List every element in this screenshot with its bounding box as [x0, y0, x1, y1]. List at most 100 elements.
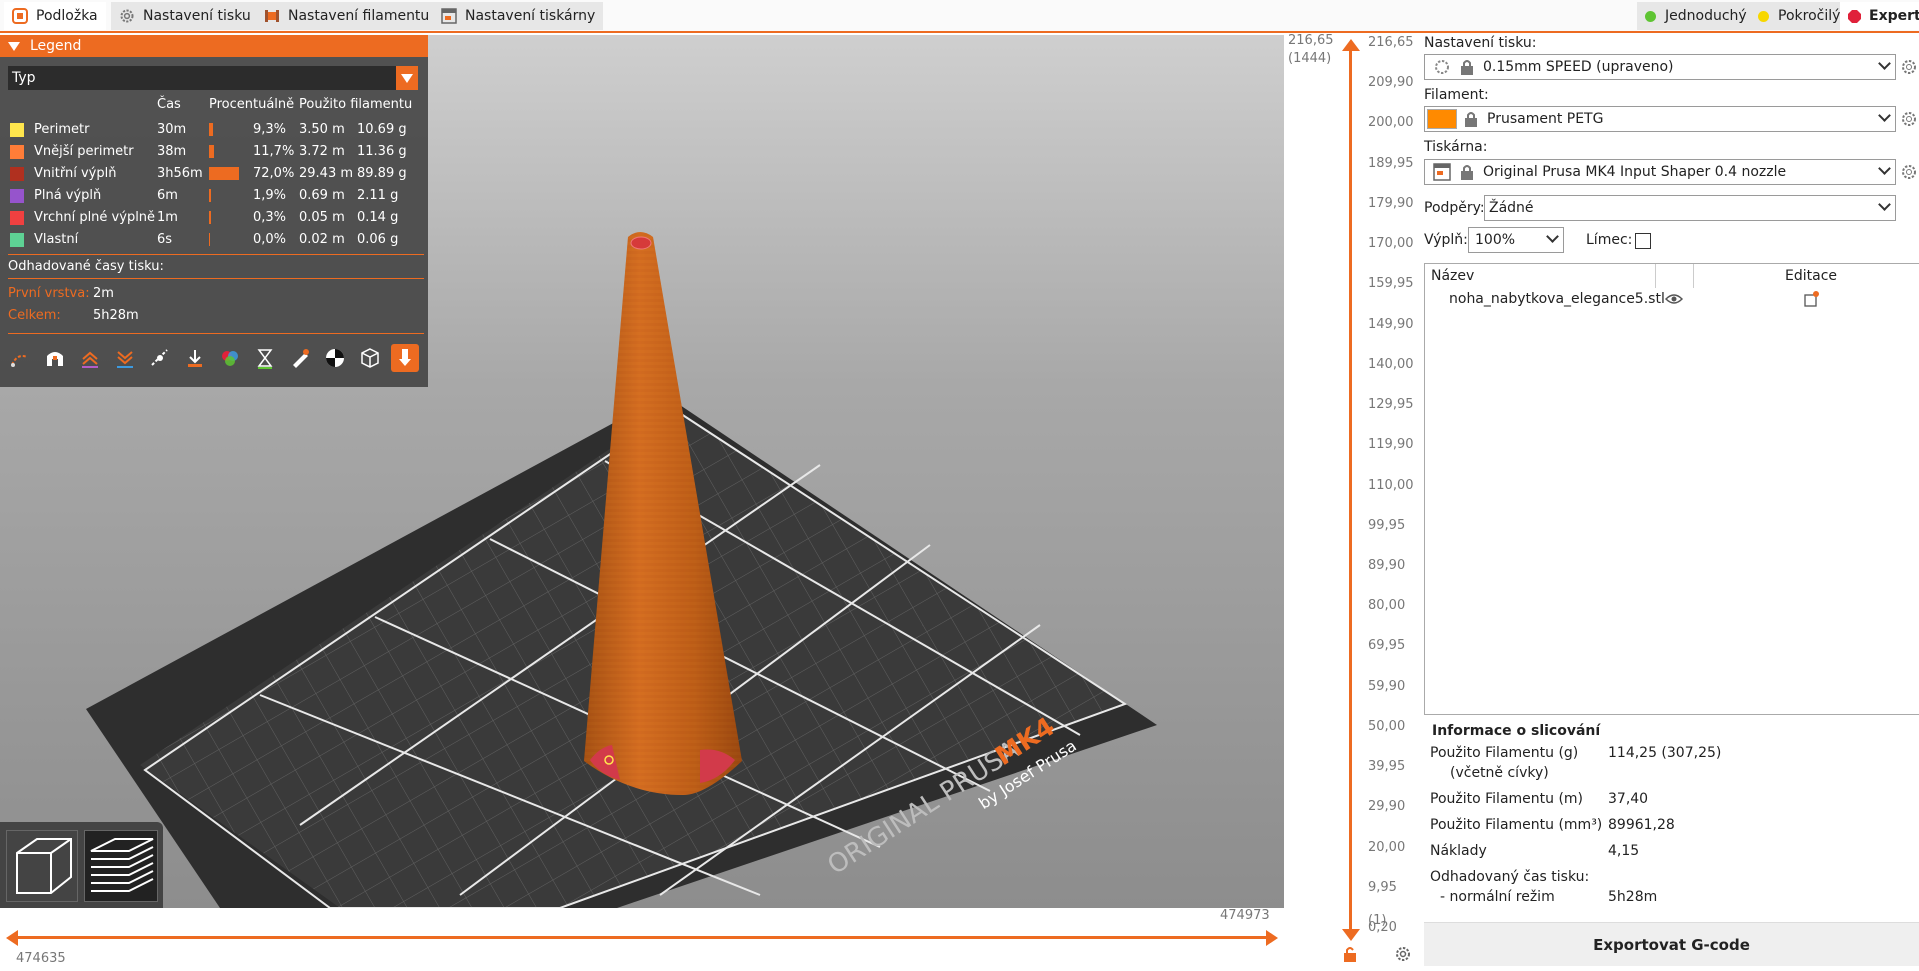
- mode-simple-button[interactable]: Jednoduchý: [1637, 2, 1755, 30]
- cog-icon[interactable]: [1394, 945, 1412, 963]
- tab-plater[interactable]: Podložka: [4, 2, 106, 30]
- info-value: 114,25 (307,25): [1608, 745, 1722, 761]
- col-edit-header: Editace: [1785, 268, 1838, 284]
- cube-icon: [16, 838, 72, 894]
- supports-value: Žádné: [1489, 200, 1534, 216]
- vslider-track[interactable]: [1349, 45, 1352, 933]
- lock-icon[interactable]: [1342, 945, 1358, 963]
- info-label: Použito Filamentu (m): [1430, 791, 1584, 807]
- retractions-icon[interactable]: [76, 344, 104, 372]
- vslider-tick-label: 9,95: [1368, 879, 1397, 895]
- travel-icon[interactable]: [6, 344, 34, 372]
- collapse-triangle-icon: [8, 41, 20, 51]
- vslider-bottom-thumb[interactable]: [1342, 929, 1360, 941]
- mode-advanced-button[interactable]: Pokročilý: [1750, 2, 1849, 30]
- info-label: Odhadovaný čas tisku:: [1430, 869, 1590, 885]
- vslider-top-layer: (1444): [1288, 51, 1332, 66]
- info-value: 5h28m: [1608, 889, 1658, 905]
- legend-header[interactable]: Legend: [0, 35, 428, 57]
- brim-checkbox[interactable]: [1635, 233, 1651, 249]
- tab-label: Nastavení tisku: [143, 8, 251, 24]
- feature-weight: 0.06 g: [357, 232, 399, 247]
- hslider-lower-label: 474635: [16, 951, 66, 966]
- print-preset-combo[interactable]: 0.15mm SPEED (upraveno): [1424, 54, 1896, 80]
- printer-preset-combo[interactable]: Original Prusa MK4 Input Shaper 0.4 nozz…: [1424, 159, 1896, 185]
- vslider-tick-label: 189,95: [1368, 155, 1414, 171]
- info-value: 89961,28: [1608, 817, 1675, 833]
- printer-icon: [441, 8, 457, 24]
- hslider-right-thumb[interactable]: [1266, 930, 1278, 946]
- mode-expert-button[interactable]: Expert: [1840, 2, 1919, 30]
- feature-time: 38m: [157, 144, 187, 159]
- info-label: - normální režim: [1440, 889, 1555, 905]
- vslider-top-thumb[interactable]: [1342, 39, 1360, 51]
- shells-icon[interactable]: [356, 344, 384, 372]
- filament-spool-icon: [264, 8, 280, 24]
- print-settings-cog-icon[interactable]: [1900, 58, 1918, 76]
- legend-divider: [8, 254, 424, 255]
- seams-icon[interactable]: [146, 344, 174, 372]
- legend-divider: [8, 278, 424, 279]
- legend-panel: Legend Typ Čas Procentuálně Použito fila…: [0, 35, 428, 387]
- tool-marker-icon[interactable]: [391, 344, 419, 372]
- feature-weight: 2.11 g: [357, 188, 399, 203]
- export-label: Exportovat G-code: [1593, 935, 1750, 954]
- filament-color-swatch[interactable]: [1427, 109, 1457, 129]
- infill-select[interactable]: 100%: [1468, 227, 1564, 253]
- pause-prints-icon[interactable]: [251, 344, 279, 372]
- header-divider: [1655, 264, 1656, 288]
- info-sublabel: (včetně cívky): [1450, 765, 1549, 781]
- filament-settings-cog-icon[interactable]: [1900, 110, 1918, 128]
- plater-icon: [12, 8, 28, 24]
- hslider-track[interactable]: [12, 936, 1274, 939]
- preview-button[interactable]: [84, 830, 158, 902]
- tab-label: Podložka: [36, 8, 98, 24]
- tab-print-settings[interactable]: Nastavení tisku: [111, 2, 259, 30]
- horizontal-slider[interactable]: 474973 474635: [0, 908, 1284, 971]
- wipe-icon[interactable]: [41, 344, 69, 372]
- feature-percent: 0,0%: [253, 232, 287, 247]
- tab-printer-settings[interactable]: Nastavení tiskárny: [433, 2, 604, 30]
- feature-time: 30m: [157, 122, 187, 137]
- printer-settings-cog-icon[interactable]: [1900, 163, 1918, 181]
- export-gcode-button[interactable]: Exportovat G-code: [1424, 922, 1919, 966]
- vslider-tick-label: 59,90: [1368, 678, 1406, 694]
- chevron-down-icon: [1878, 198, 1891, 211]
- tab-filament-settings[interactable]: Nastavení filamentu: [256, 2, 438, 30]
- info-label: Použito Filamentu (g): [1430, 745, 1579, 761]
- feature-time: 6m: [157, 188, 178, 203]
- chevron-down-icon: [1878, 57, 1891, 70]
- print-settings-label: Nastavení tisku:: [1424, 35, 1537, 51]
- mode-dot-icon: [1645, 10, 1656, 22]
- infill-value: 100%: [1475, 232, 1516, 248]
- vslider-tick-label: 110,00: [1368, 477, 1414, 493]
- view-type-select[interactable]: Typ: [8, 66, 418, 90]
- deretractions-icon[interactable]: [111, 344, 139, 372]
- feature-length: 0.05 m: [299, 210, 345, 225]
- tool-changes-icon[interactable]: [181, 344, 209, 372]
- percent-bar: [209, 211, 211, 224]
- feature-name: Vnitřní výplň: [34, 166, 117, 181]
- chevron-down-icon: [1546, 230, 1559, 243]
- vslider-tick-label: 179,90: [1368, 195, 1414, 211]
- filament-preset-value: Prusament PETG: [1487, 111, 1604, 127]
- col-percent: Procentuálně: [209, 97, 295, 112]
- edit-icon[interactable]: [1803, 291, 1819, 307]
- percent-bar: [209, 123, 213, 136]
- vertical-layer-slider[interactable]: 216,65 (1444) 216,65 209,90 200,00 189,95 17…: [1284, 33, 1424, 971]
- filament-preset-combo[interactable]: Prusament PETG: [1424, 106, 1896, 132]
- 3d-view-button[interactable]: [6, 830, 78, 902]
- object-row[interactable]: noha_nabytkova_elegance5.stl: [1425, 288, 1919, 310]
- supports-select[interactable]: Žádné: [1484, 195, 1896, 221]
- hslider-left-thumb[interactable]: [6, 930, 18, 946]
- center-of-gravity-icon[interactable]: [321, 344, 349, 372]
- first-layer-value: 2m: [93, 286, 114, 301]
- color-changes-icon[interactable]: [216, 344, 244, 372]
- eye-icon[interactable]: [1665, 292, 1683, 306]
- vslider-tick-label: 80,00: [1368, 598, 1406, 614]
- custom-gcodes-icon[interactable]: [286, 344, 314, 372]
- vslider-tick-label: 149,90: [1368, 316, 1414, 332]
- right-sidebar: Nastavení tisku: 0.15mm SPEED (upraveno)…: [1424, 35, 1919, 971]
- object-list[interactable]: Název Editace noha_nabytkova_elegance5.s…: [1424, 263, 1919, 715]
- printer-icon: [1433, 163, 1451, 181]
